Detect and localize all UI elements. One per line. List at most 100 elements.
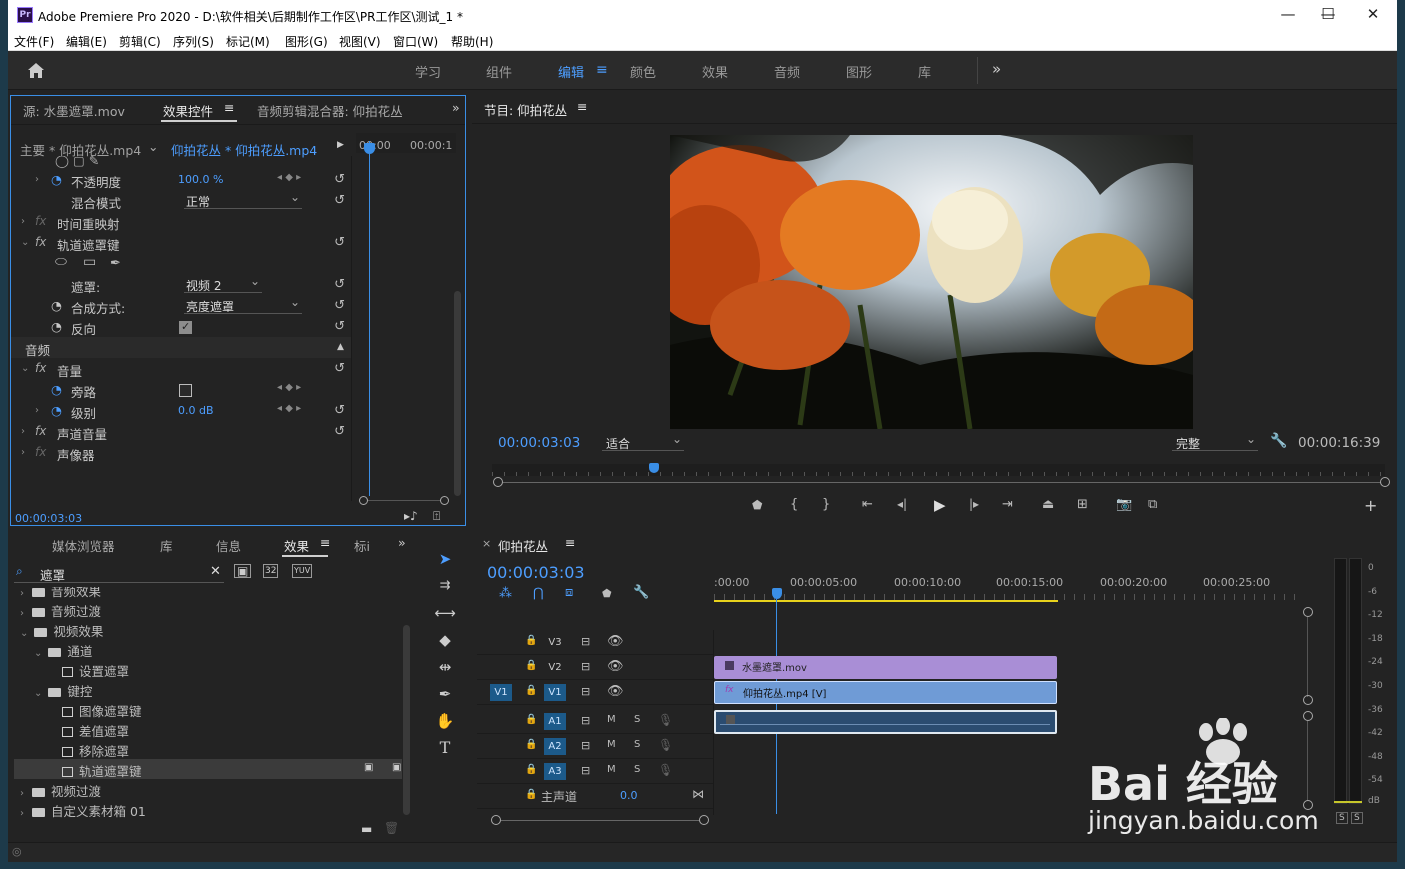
timeline-playhead-handle[interactable] — [772, 588, 782, 599]
lock-icon[interactable]: 🔒 — [525, 635, 537, 646]
mute-button[interactable]: M — [607, 764, 616, 775]
effects-menu-icon[interactable]: ≡ — [320, 535, 330, 550]
track-label[interactable]: V2 — [544, 659, 566, 676]
opacity-value[interactable]: 100.0 % — [178, 173, 223, 186]
zoom-start-handle[interactable] — [493, 477, 503, 487]
export-frame-camera-icon[interactable]: 📷 — [1116, 497, 1132, 512]
sync-status-icon[interactable]: ◎ — [12, 845, 22, 858]
slip-tool-icon[interactable]: ⇹ — [434, 656, 456, 678]
stopwatch-icon[interactable]: ◔ — [51, 403, 62, 418]
panner-row[interactable]: › fx 声像器 — [11, 442, 351, 463]
type-tool-icon[interactable]: T — [434, 737, 456, 759]
timeline-ruler[interactable]: :00:00 00:00:05:00 00:00:10:00 00:00:15:… — [714, 574, 1298, 604]
workspace-libraries[interactable]: 库 — [918, 62, 931, 81]
lock-icon[interactable]: 🔒 — [525, 685, 537, 696]
tree-item[interactable]: 图像遮罩键 — [62, 701, 142, 720]
tab-info[interactable]: 信息 — [216, 536, 241, 555]
program-video-frame[interactable] — [670, 135, 1193, 429]
workspaces-more-icon[interactable]: » — [992, 60, 1001, 78]
button-editor-plus-icon[interactable]: + — [1364, 496, 1377, 515]
pen-tool-icon[interactable]: ✒ — [434, 683, 456, 705]
tree-item[interactable]: ⌄ 视频效果 — [20, 621, 103, 640]
tree-item[interactable]: ⌄ 通道 — [34, 641, 92, 660]
ec-timecode[interactable]: 00:00:03:03 — [15, 512, 82, 525]
more-tabs-icon[interactable]: » — [452, 100, 460, 115]
home-icon[interactable] — [27, 62, 45, 79]
keyframe-nav-icon[interactable]: ◂ ◆ ▸ — [277, 382, 301, 393]
close-button[interactable]: ✕ — [1353, 5, 1393, 25]
menu-marker[interactable]: 标记(M) — [226, 33, 270, 50]
lock-icon[interactable]: 🔒 — [525, 739, 537, 750]
lock-icon[interactable]: 🔒 — [525, 789, 537, 800]
ec-playhead[interactable] — [369, 141, 370, 496]
reset-icon[interactable]: ↺ — [334, 277, 345, 292]
solo-left-button[interactable]: S — [1336, 812, 1348, 824]
tree-item[interactable]: › 视频过渡 — [20, 781, 101, 800]
nest-toggle-icon[interactable]: ⁂ — [499, 586, 512, 601]
step-back-icon[interactable]: ◂| — [897, 497, 907, 511]
play-audio-icon[interactable]: ▸♪ — [404, 509, 418, 523]
solo-button[interactable]: S — [634, 714, 640, 725]
reset-icon[interactable]: ↺ — [334, 298, 345, 313]
menu-view[interactable]: 视图(V) — [339, 33, 381, 50]
workspace-audio[interactable]: 音频 — [774, 62, 800, 81]
32bit-effects-icon[interactable]: 32 — [263, 564, 279, 578]
play-icon[interactable]: ▶ — [934, 496, 946, 514]
reset-icon[interactable]: ↺ — [334, 403, 345, 418]
lock-icon[interactable]: 🔒 — [525, 714, 537, 725]
hscroll-end[interactable] — [699, 815, 709, 825]
workspace-editing[interactable]: 编辑 — [558, 62, 584, 81]
volume-row[interactable]: ⌄ fx 音量 ↺ — [11, 358, 351, 379]
tab-effects[interactable]: 效果 — [284, 536, 309, 555]
collapse-up-icon[interactable]: ▲ — [337, 342, 344, 352]
clip-v2[interactable]: 水墨遮罩.mov — [714, 656, 1057, 679]
timeline-playhead[interactable] — [776, 599, 777, 814]
mark-out-icon[interactable]: } — [822, 497, 830, 512]
go-to-out-icon[interactable]: ⇥ — [1002, 497, 1013, 512]
track-label[interactable]: V1 — [544, 684, 566, 701]
time-remap-row[interactable]: › fx 时间重映射 — [11, 211, 351, 232]
comparison-view-icon[interactable]: ⧉ — [1148, 497, 1157, 512]
reset-icon[interactable]: ↺ — [334, 319, 345, 334]
timeline-timecode[interactable]: 00:00:03:03 — [487, 563, 585, 582]
program-ruler[interactable] — [492, 464, 1385, 476]
delete-icon[interactable]: 🗑 — [384, 821, 399, 835]
sequence-tab[interactable]: 仰拍花丛 — [498, 536, 548, 555]
stopwatch-icon[interactable]: ◔ — [51, 298, 62, 313]
ec-zoom-bar[interactable] — [359, 496, 449, 506]
tree-item[interactable]: › 音频效果 — [20, 587, 101, 600]
search-input[interactable]: 遮罩 — [40, 565, 65, 584]
hscroll-start[interactable] — [491, 815, 501, 825]
vscroll-handle[interactable] — [1303, 800, 1313, 810]
ripple-edit-tool-icon[interactable]: ⟷ — [434, 602, 456, 624]
track-label[interactable]: A3 — [544, 763, 566, 780]
vscroll-handle[interactable] — [1303, 607, 1313, 617]
reset-icon[interactable]: ↺ — [334, 235, 345, 250]
track-label[interactable]: A2 — [544, 738, 566, 755]
workspace-menu-icon[interactable]: ≡ — [596, 62, 608, 78]
clip-dropdown-icon[interactable]: ⌄ — [148, 139, 158, 154]
timeline-settings-icon[interactable]: 🔧 — [633, 585, 649, 600]
tree-item[interactable]: 移除遮罩 — [62, 741, 129, 760]
tree-item[interactable]: › 自定义素材箱 01 — [20, 801, 146, 819]
track-select-tool-icon[interactable]: ⇉ — [434, 575, 456, 597]
menu-window[interactable]: 窗口(W) — [393, 33, 438, 50]
effects-scrollbar[interactable] — [403, 625, 410, 815]
sync-lock-icon[interactable]: ⊟ — [581, 635, 590, 648]
mark-in-icon[interactable]: { — [790, 497, 798, 512]
workspace-assembly[interactable]: 组件 — [486, 62, 512, 81]
reset-icon[interactable]: ↺ — [334, 193, 345, 208]
mute-button[interactable]: M — [607, 714, 616, 725]
step-forward-icon[interactable]: |▸ — [969, 497, 979, 511]
lock-icon[interactable]: 🔒 — [525, 660, 537, 671]
eye-icon[interactable]: 👁 — [607, 684, 624, 699]
stopwatch-icon[interactable]: ◔ — [51, 172, 62, 187]
work-area-bar[interactable] — [714, 600, 1058, 602]
workspace-learning[interactable]: 学习 — [415, 62, 441, 81]
channel-volume-row[interactable]: › fx 声道音量 ↺ — [11, 421, 351, 442]
workspace-color[interactable]: 颜色 — [630, 62, 656, 81]
lock-icon[interactable]: 🔒 — [525, 764, 537, 775]
yuv-effects-icon[interactable]: YUV — [292, 564, 313, 578]
program-menu-icon[interactable]: ≡ — [577, 99, 587, 114]
voiceover-mic-icon[interactable]: 🎙 — [658, 763, 673, 777]
